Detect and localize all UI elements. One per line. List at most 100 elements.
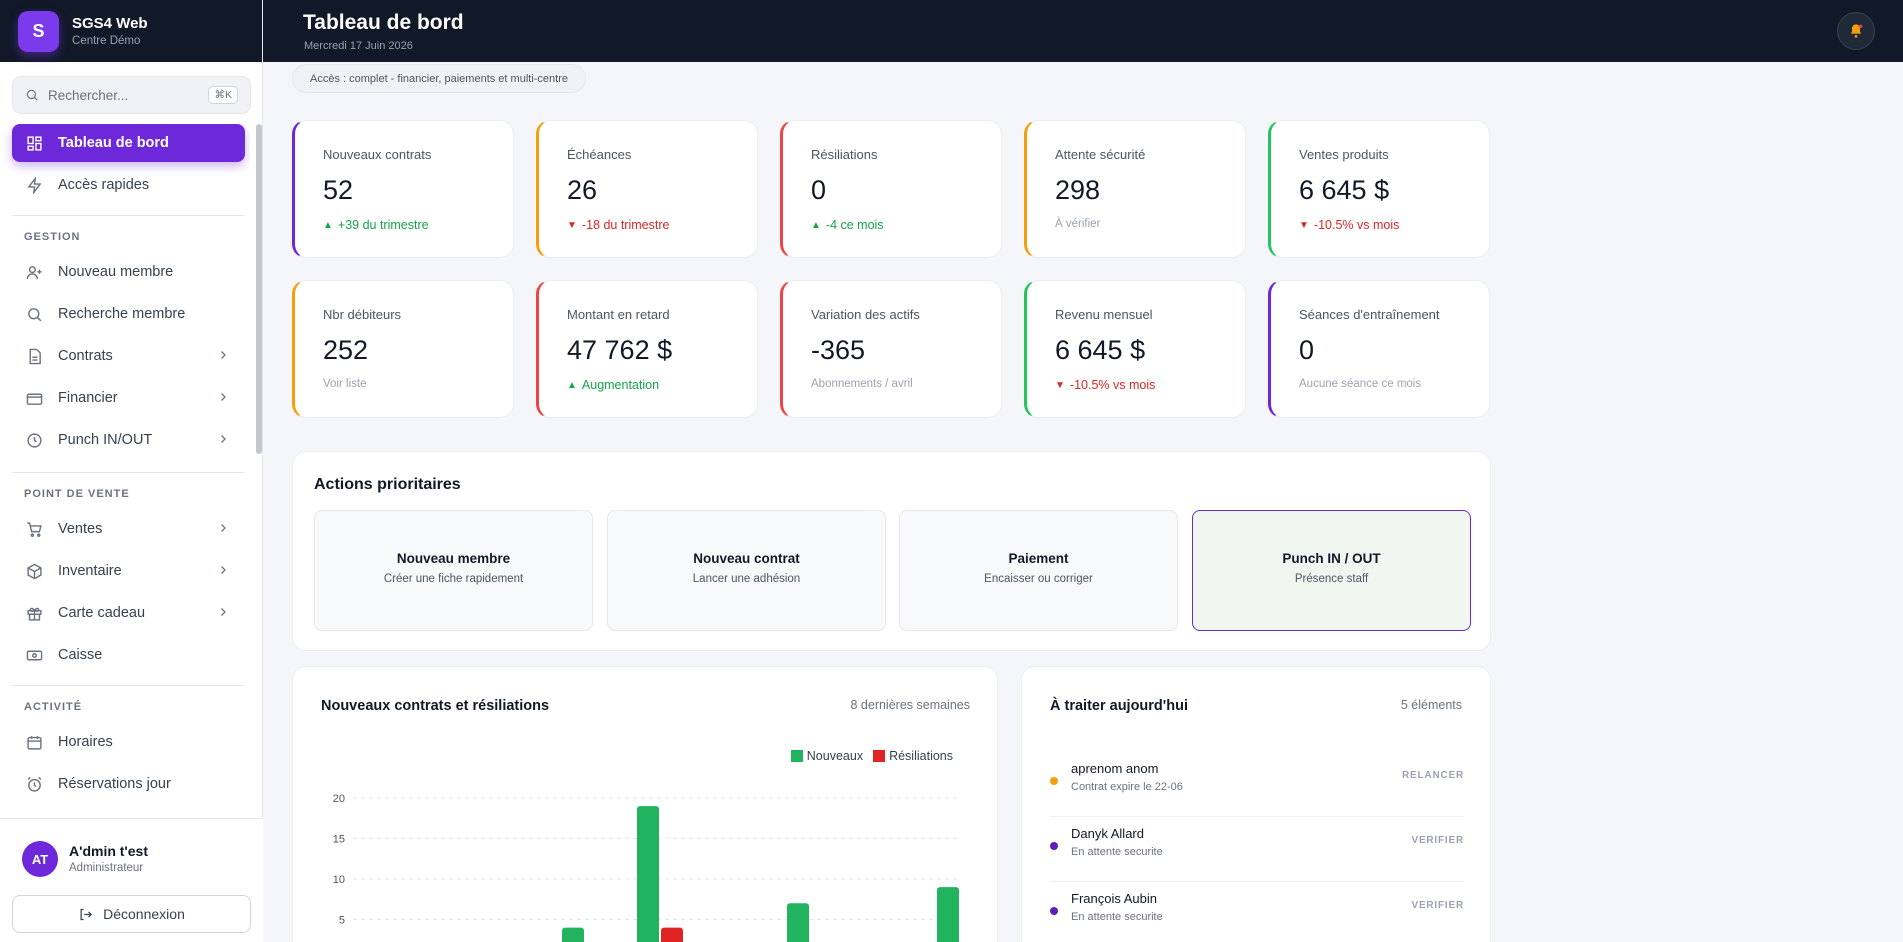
bar-new[interactable] (937, 887, 959, 942)
kpi-card[interactable]: Montant en retard 47 762 $ ▲ Augmentation (536, 280, 758, 418)
triangle-down-icon: ▼ (1299, 219, 1309, 231)
kpi-card[interactable]: Résiliations 0 ▲ -4 ce mois (780, 120, 1002, 258)
kpi-card[interactable]: Revenu mensuel 6 645 $ ▼ -10.5% vs mois (1024, 280, 1246, 418)
todo-item[interactable]: François Aubin En attente securite VERIF… (1050, 882, 1464, 942)
y-tick-label: 15 (333, 834, 345, 846)
sidebar-item-label: Carte cadeau (58, 605, 146, 621)
sidebar-item-new-member[interactable]: Nouveau membre (12, 253, 245, 291)
brand-name: SGS4 Web (72, 15, 148, 32)
kpi-card[interactable]: Séances d'entraînement 0 Aucune séance ce … (1268, 280, 1490, 418)
kpi-card[interactable]: Échéances 26 ▼ -18 du trimestre (536, 120, 758, 258)
kpi-card[interactable]: Nouveaux contrats 52 ▲ +39 du trimestre (292, 120, 514, 258)
todo-name: aprenom anom (1071, 761, 1159, 776)
sidebar-item-inventory[interactable]: Inventaire (12, 552, 245, 590)
search-input[interactable] (48, 87, 198, 103)
kpi-value: 26 (567, 175, 598, 205)
page-title: Tableau de bord (303, 11, 464, 34)
kpi-trend: ▼ -18 du trimestre (567, 218, 669, 232)
action-new-member[interactable]: Nouveau membre Créer une fiche rapidemen… (314, 510, 593, 631)
sidebar-item-sales[interactable]: Ventes (12, 510, 245, 548)
sidebar-item-contracts[interactable]: Contrats (12, 337, 245, 375)
kpi-trend: Aucune séance ce mois (1299, 378, 1421, 390)
kpi-trend-text: -10.5% vs mois (1069, 378, 1156, 392)
verify-button[interactable]: VERIFIER (1411, 900, 1464, 911)
triangle-up-icon: ▲ (323, 219, 333, 231)
kpi-label: Séances d'entraînement (1299, 307, 1440, 322)
search-shortcut-badge: ⌘K (208, 86, 238, 104)
sidebar-scrollbar[interactable] (256, 124, 262, 454)
sidebar-item-label: Ventes (58, 521, 103, 537)
kpi-card[interactable]: Attente sécurité 298 À vérifier (1024, 120, 1246, 258)
chevron-right-icon (221, 351, 226, 359)
sidebar-item-schedules[interactable]: Horaires (12, 723, 245, 761)
notifications-button[interactable] (1837, 12, 1875, 50)
kpi-trend-text: À vérifier (1055, 218, 1101, 230)
sidebar-item-label: Nouveau membre (58, 264, 174, 280)
kpi-trend: ▲ -4 ce mois (811, 218, 884, 232)
cash-icon (26, 650, 43, 660)
bar-new[interactable] (562, 927, 584, 942)
user-plus-icon (26, 265, 42, 279)
todo-description: Contrat expire le 22-06 (1071, 781, 1183, 793)
sidebar: S SGS4 Web Centre Démo ⌘K Tableau de bor… (0, 0, 263, 942)
user-role: Administrateur (69, 862, 144, 874)
kpi-value: 0 (811, 175, 827, 205)
y-tick-label: 20 (333, 793, 345, 805)
search-icon (28, 307, 42, 321)
sidebar-item-cash-register[interactable]: Caisse (12, 636, 245, 674)
todo-description: En attente securite (1071, 911, 1163, 923)
sidebar-item-label: Caisse (58, 647, 103, 663)
kpi-label: Montant en retard (567, 307, 670, 322)
todo-item[interactable]: aprenom anom Contrat expire le 22-06 REL… (1050, 752, 1464, 817)
sidebar-item-punch[interactable]: Punch IN/OUT (12, 421, 245, 459)
gift-icon (27, 607, 42, 621)
brand-logo[interactable]: S (18, 10, 59, 52)
brand: S SGS4 Web Centre Démo (0, 0, 262, 62)
action-payment[interactable]: Paiement Encaisser ou corriger (899, 510, 1178, 631)
action-punch[interactable]: Punch IN / OUT Présence staff (1192, 510, 1471, 631)
bar-new[interactable] (787, 903, 809, 942)
kpi-card[interactable]: Nbr débiteurs 252 Voir liste (292, 280, 514, 418)
sidebar-item-gift-card[interactable]: Carte cadeau (12, 594, 245, 632)
sidebar-item-financial[interactable]: Financier (12, 379, 245, 417)
bar-cancel[interactable] (661, 927, 683, 942)
sidebar-item-search-member[interactable]: Recherche membre (12, 295, 245, 333)
calendar-icon (27, 735, 42, 750)
action-title: Paiement (1008, 551, 1069, 566)
kpi-trend: Voir liste (323, 378, 366, 390)
document-icon (29, 348, 41, 364)
avatar[interactable]: AT (22, 841, 58, 877)
chevron-right-icon (221, 524, 226, 532)
todo-item[interactable]: Danyk Allard En attente securite VERIFIE… (1050, 817, 1464, 882)
status-dot (1050, 777, 1058, 785)
kpi-card[interactable]: Ventes produits 6 645 $ ▼ -10.5% vs mois (1268, 120, 1490, 258)
sidebar-item-reservations[interactable]: Réservations jour (12, 765, 245, 803)
divider (12, 685, 245, 686)
triangle-up-icon: ▲ (567, 379, 577, 391)
brand-subtitle: Centre Démo (72, 35, 141, 47)
sidebar-item-dashboard[interactable]: Tableau de bord (12, 124, 245, 162)
kpi-trend-text: -18 du trimestre (581, 218, 670, 232)
kpi-label: Nbr débiteurs (323, 307, 402, 322)
search-box[interactable]: ⌘K (12, 76, 251, 114)
y-tick-label: 10 (333, 874, 345, 886)
sidebar-item-quick-access[interactable]: Accès rapides (12, 166, 245, 204)
sidebar-item-label: Financier (58, 390, 118, 406)
kpi-card[interactable]: Variation des actifs -365 Abonnements / av… (780, 280, 1002, 418)
verify-button[interactable]: VERIFIER (1411, 835, 1464, 846)
relaunch-button[interactable]: RELANCER (1402, 770, 1464, 781)
action-new-contract[interactable]: Nouveau contrat Lancer une adhésion (607, 510, 886, 631)
section-label-pos: POINT DE VENTE (24, 488, 130, 500)
sidebar-item-label: Contrats (58, 348, 113, 364)
search-icon (26, 89, 38, 101)
kpi-label: Échéances (567, 147, 632, 162)
divider (12, 472, 245, 473)
sidebar-item-label: Réservations jour (58, 776, 171, 792)
status-dot (1050, 842, 1058, 850)
kpi-trend-text: Augmentation (581, 378, 660, 392)
kpi-value: 298 (1055, 175, 1101, 205)
status-dot (1050, 907, 1058, 915)
logout-button[interactable]: Déconnexion (12, 895, 251, 933)
bar-new[interactable] (637, 806, 659, 942)
kpi-trend-text: -10.5% vs mois (1313, 218, 1400, 232)
